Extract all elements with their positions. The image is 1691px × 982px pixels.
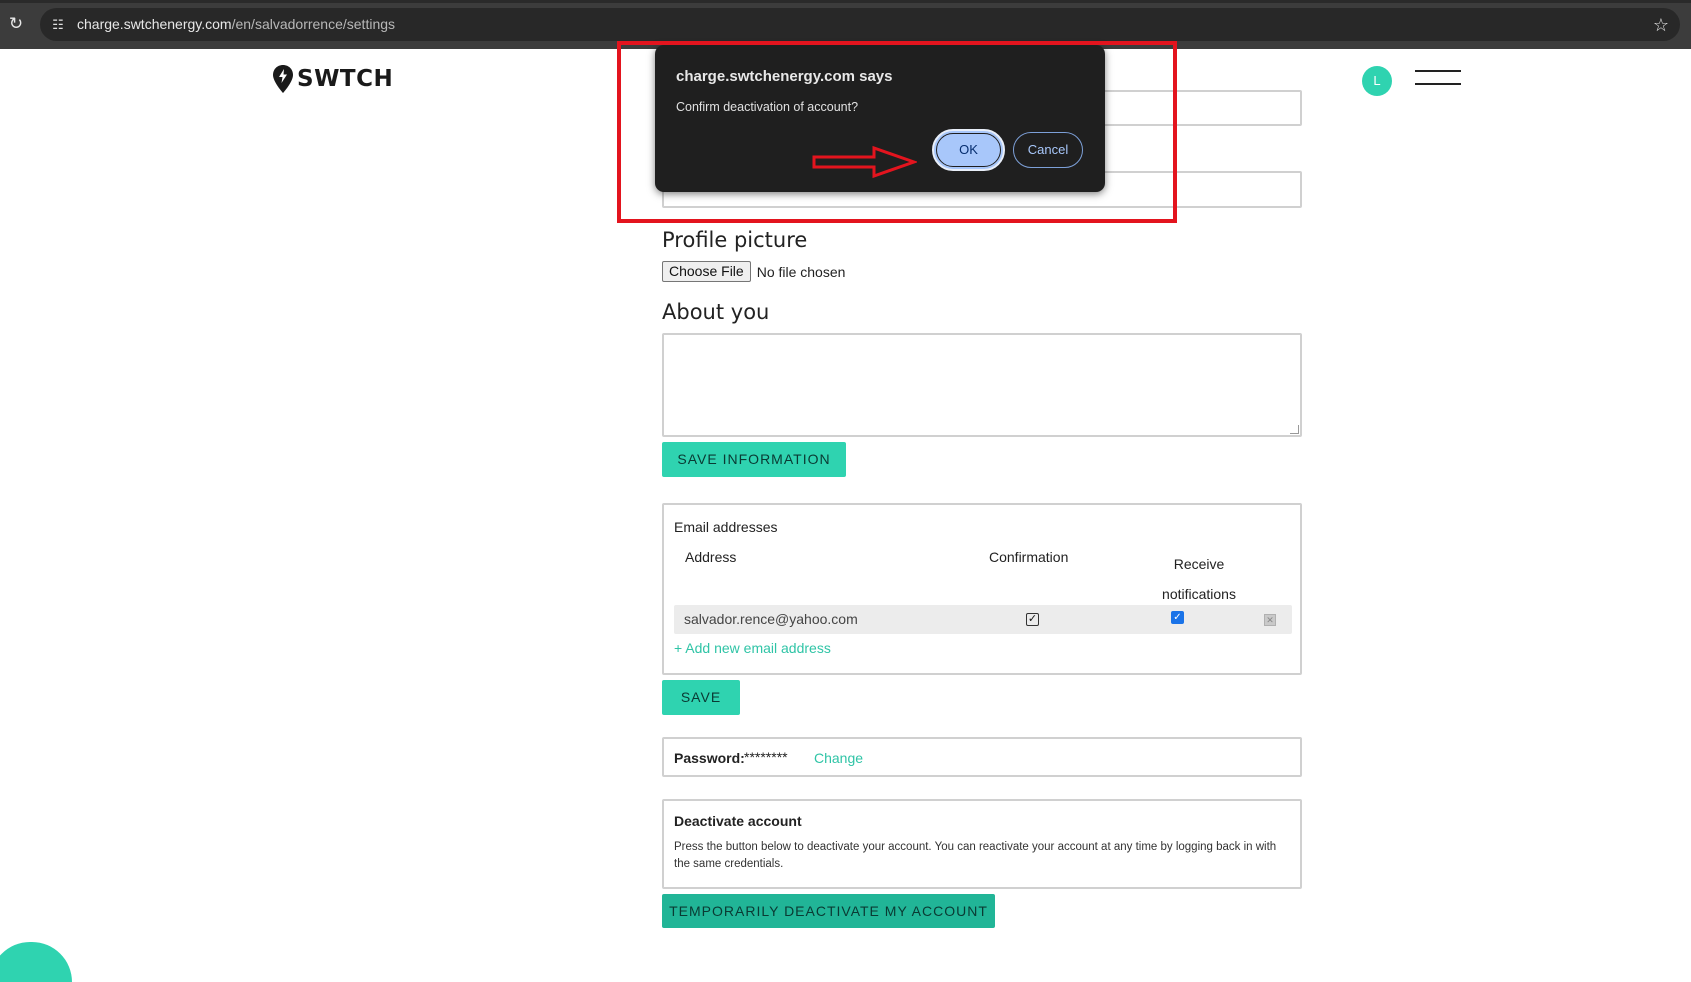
change-password-link[interactable]: Change <box>814 750 863 766</box>
password-value: ******** <box>744 749 788 765</box>
url-path: /en/salvadorrence/settings <box>231 16 396 32</box>
annotation-highlight-box <box>617 41 1177 223</box>
annotation-arrow-icon <box>812 145 917 179</box>
about-you-heading: About you <box>662 300 770 324</box>
address-column-header: Address <box>685 549 737 565</box>
about-you-textarea[interactable] <box>662 333 1302 437</box>
logo-text: SWTCH <box>297 66 394 92</box>
email-addresses-card: Email addresses Address Confirmation Rec… <box>662 503 1302 675</box>
address-bar[interactable]: ☷ charge.swtchenergy.com/en/salvadorrenc… <box>40 8 1680 41</box>
resize-grip-icon[interactable] <box>1290 425 1299 434</box>
table-row: salvador.rence@yahoo.com ✓ ✓ ✕ <box>674 605 1292 634</box>
file-status-text: No file chosen <box>756 263 846 280</box>
deactivate-account-title: Deactivate account <box>674 813 802 829</box>
receive-notifications-checkbox[interactable]: ✓ <box>1171 611 1184 624</box>
location-pin-icon <box>273 65 293 93</box>
deactivate-description: Press the button below to deactivate you… <box>674 841 1277 870</box>
profile-picture-input: Choose File No file chosen <box>662 261 845 282</box>
site-info-icon[interactable]: ☷ <box>48 15 68 35</box>
swtch-logo[interactable]: SWTCH <box>272 64 393 94</box>
remove-email-icon[interactable]: ✕ <box>1264 614 1276 626</box>
browser-tabstrip-edge <box>0 0 1691 3</box>
menu-line <box>1415 70 1461 72</box>
save-information-button[interactable]: SAVE INFORMATION <box>662 442 846 477</box>
choose-file-button[interactable]: Choose File <box>662 261 751 282</box>
confirmation-column-header: Confirmation <box>989 549 1069 565</box>
confirmed-check-icon: ✓ <box>1026 613 1039 626</box>
star-icon[interactable]: ☆ <box>1650 14 1672 36</box>
reload-icon[interactable]: ↻ <box>6 14 26 34</box>
hamburger-menu-icon[interactable] <box>1415 68 1461 90</box>
add-new-email-link[interactable]: + Add new email address <box>674 640 831 656</box>
avatar[interactable]: L <box>1362 66 1392 96</box>
deactivate-account-card: Deactivate account Press the button belo… <box>662 799 1302 889</box>
url-host: charge.swtchenergy.com <box>77 16 232 32</box>
receive-header-line: Receive <box>1173 556 1225 572</box>
profile-picture-heading: Profile picture <box>662 228 808 252</box>
menu-line <box>1415 83 1461 85</box>
password-label: Password: <box>674 750 745 766</box>
email-addresses-title: Email addresses <box>674 519 778 535</box>
url-text[interactable]: charge.swtchenergy.com/en/salvadorrence/… <box>77 16 395 32</box>
email-address: salvador.rence@yahoo.com <box>684 611 858 627</box>
receive-notifications-column-header: Receive notifications <box>1139 549 1259 609</box>
save-button[interactable]: SAVE <box>662 680 740 715</box>
chat-widget-button[interactable] <box>0 942 72 982</box>
password-card: Password: ******** Change <box>662 737 1302 777</box>
deactivate-account-button[interactable]: TEMPORARILY DEACTIVATE MY ACCOUNT <box>662 894 995 928</box>
